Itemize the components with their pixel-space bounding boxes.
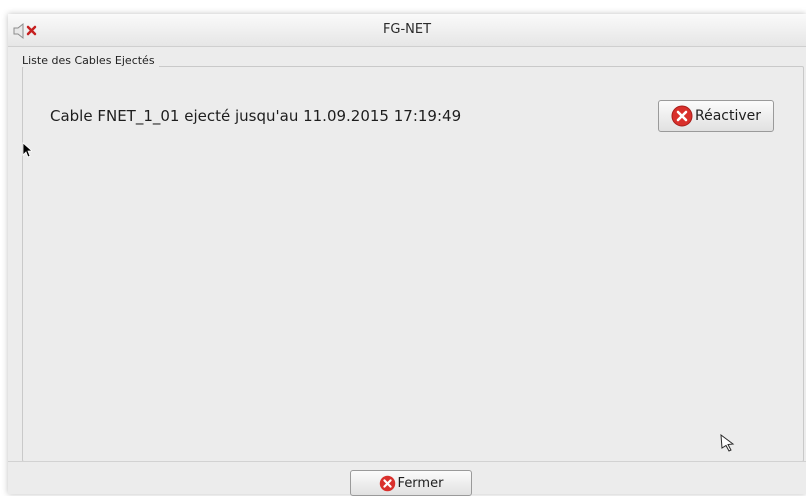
window-title: FG-NET: [382, 22, 432, 37]
dialog-window: FG-NET Liste des Cables Ejectés Cable FN…: [8, 14, 806, 496]
title-bar[interactable]: FG-NET: [8, 14, 806, 47]
reactivate-button[interactable]: Réactiver: [658, 100, 774, 132]
close-button-label: Fermer: [397, 475, 444, 491]
arrow-cursor-icon: [22, 142, 32, 158]
pointer-cursor-outline-icon: [720, 434, 735, 452]
reactivate-button-label: Réactiver: [694, 108, 762, 124]
error-circle-icon: [379, 475, 395, 491]
footer-divider: [8, 461, 806, 462]
error-circle-icon: [671, 105, 693, 127]
group-legend: Liste des Cables Ejectés: [18, 54, 159, 67]
cable-status-text: Cable FNET_1_01 ejecté jusqu'au 11.09.20…: [50, 107, 462, 125]
close-button[interactable]: Fermer: [350, 470, 472, 496]
